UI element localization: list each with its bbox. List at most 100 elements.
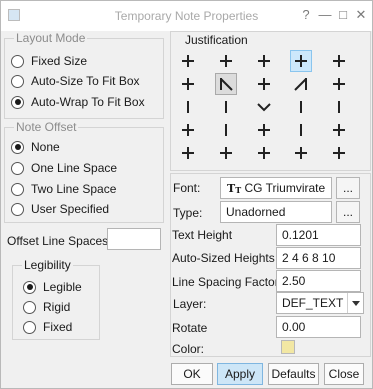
note-offset-user-specified-radio[interactable]: User Specified — [11, 201, 109, 217]
auto-sized-heights-input[interactable]: 2 4 6 8 10 — [276, 247, 361, 269]
properties-dialog: Temporary Note Properties ? — □ ✕ Layout… — [0, 0, 373, 389]
chevron-down-icon — [257, 103, 271, 112]
help-button[interactable]: ? — [298, 7, 314, 23]
radio-indicator — [11, 182, 24, 196]
justification-cell-r1-c3[interactable] — [290, 73, 312, 95]
legibility-legible-radio[interactable]: Legible — [23, 279, 82, 295]
font-field[interactable]: TT CG Triumvirate — [220, 177, 332, 199]
font-browse-button[interactable]: ... — [336, 177, 360, 199]
line-spacing-factor-label: Line Spacing Factor — [172, 275, 279, 289]
justification-cell-r3-c2[interactable] — [253, 119, 275, 141]
vertical-bar-icon — [338, 101, 340, 113]
diagonal-down-icon — [220, 78, 233, 91]
justification-cell-r2-c2[interactable] — [253, 96, 275, 118]
text-height-label: Text Height — [172, 228, 233, 242]
justification-cell-r0-c3[interactable] — [290, 50, 312, 72]
justification-cell-r1-c1[interactable] — [215, 73, 237, 95]
close-window-button[interactable]: ✕ — [353, 7, 369, 23]
rotate-input[interactable]: 0.00 — [276, 316, 361, 338]
line-spacing-factor-input[interactable]: 2.50 — [276, 270, 361, 292]
justification-cell-r0-c4[interactable] — [328, 50, 350, 72]
apply-button[interactable]: Apply — [217, 363, 263, 385]
radio-indicator — [11, 54, 24, 68]
plus-icon — [220, 147, 232, 159]
plus-icon — [258, 55, 270, 67]
radio-indicator — [11, 140, 24, 154]
justification-cell-r4-c0[interactable] — [177, 142, 199, 164]
radio-label: None — [31, 140, 60, 154]
plus-icon — [182, 124, 194, 136]
justification-title: Justification — [185, 33, 248, 47]
radio-indicator — [11, 161, 24, 175]
type-browse-button[interactable]: ... — [336, 201, 360, 223]
radio-indicator — [11, 95, 24, 109]
justification-cell-r4-c2[interactable] — [253, 142, 275, 164]
justification-cell-r3-c4[interactable] — [328, 119, 350, 141]
ok-button[interactable]: OK — [171, 363, 213, 385]
defaults-button[interactable]: Defaults — [268, 363, 319, 385]
note-offset-one-line-radio[interactable]: One Line Space — [11, 160, 117, 176]
justification-cell-r2-c1[interactable] — [215, 96, 237, 118]
chevron-down-icon — [347, 293, 363, 313]
layout-mode-fixed-size-radio[interactable]: Fixed Size — [11, 53, 87, 69]
justification-cell-r0-c0[interactable] — [177, 50, 199, 72]
radio-indicator — [23, 320, 36, 334]
offset-line-spaces-label: Offset Line Spaces — [7, 234, 109, 248]
plus-icon — [258, 78, 270, 90]
justification-cell-r4-c1[interactable] — [215, 142, 237, 164]
rotate-label: Rotate — [172, 321, 208, 335]
title-bar[interactable]: Temporary Note Properties ? — □ ✕ — [1, 1, 372, 31]
font-label: Font: — [173, 181, 201, 195]
note-offset-none-radio[interactable]: None — [11, 139, 60, 155]
justification-cell-r1-c0[interactable] — [177, 73, 199, 95]
vertical-bar-icon — [225, 101, 227, 113]
plus-icon — [220, 55, 232, 67]
layer-dropdown[interactable]: DEF_TEXT — [276, 292, 364, 314]
maximize-button[interactable]: □ — [335, 7, 351, 23]
layout-mode-auto-size-radio[interactable]: Auto-Size To Fit Box — [11, 73, 140, 89]
justification-cell-r4-c3[interactable] — [290, 142, 312, 164]
justification-cell-r2-c4[interactable] — [328, 96, 350, 118]
type-field[interactable]: Unadorned — [220, 201, 332, 223]
radio-label: Rigid — [43, 300, 71, 314]
justification-cell-r0-c1[interactable] — [215, 50, 237, 72]
plus-icon — [333, 124, 345, 136]
justification-cell-r2-c0[interactable] — [177, 96, 199, 118]
radio-indicator — [23, 280, 36, 294]
justification-cell-r1-c2[interactable] — [253, 73, 275, 95]
plus-icon — [295, 147, 307, 159]
justification-cell-r3-c0[interactable] — [177, 119, 199, 141]
justification-cell-r2-c3[interactable] — [290, 96, 312, 118]
legibility-fixed-radio[interactable]: Fixed — [23, 319, 72, 335]
type-label: Type: — [173, 206, 203, 220]
justification-cell-r0-c2[interactable] — [253, 50, 275, 72]
radio-indicator — [11, 202, 24, 216]
note-offset-two-line-radio[interactable]: Two Line Space — [11, 181, 116, 197]
vertical-bar-icon — [225, 124, 227, 136]
plus-icon — [182, 147, 194, 159]
justification-cell-r3-c3[interactable] — [290, 119, 312, 141]
radio-label: Legible — [43, 280, 82, 294]
offset-line-spaces-input[interactable] — [107, 228, 161, 250]
minimize-button[interactable]: — — [317, 7, 333, 23]
radio-label: One Line Space — [31, 161, 118, 175]
font-name: CG Triumvirate — [244, 181, 326, 195]
text-height-input[interactable]: 0.1201 — [276, 224, 361, 246]
layout-mode-legend: Layout Mode — [14, 31, 88, 45]
plus-icon — [258, 147, 270, 159]
legibility-legend: Legibility — [22, 258, 73, 272]
close-button[interactable]: Close — [324, 363, 364, 385]
plus-icon — [333, 55, 345, 67]
justification-cell-r1-c4[interactable] — [328, 73, 350, 95]
legibility-rigid-radio[interactable]: Rigid — [23, 299, 70, 315]
plus-icon — [182, 55, 194, 67]
vertical-bar-icon — [187, 101, 189, 113]
justification-cell-r4-c4[interactable] — [328, 142, 350, 164]
plus-icon — [333, 147, 345, 159]
color-label: Color: — [172, 342, 205, 356]
radio-label: Auto-Size To Fit Box — [31, 74, 140, 88]
color-swatch[interactable] — [281, 340, 295, 354]
justification-cell-r3-c1[interactable] — [215, 119, 237, 141]
vertical-bar-icon — [300, 101, 302, 113]
layout-mode-auto-wrap-radio[interactable]: Auto-Wrap To Fit Box — [11, 94, 145, 110]
